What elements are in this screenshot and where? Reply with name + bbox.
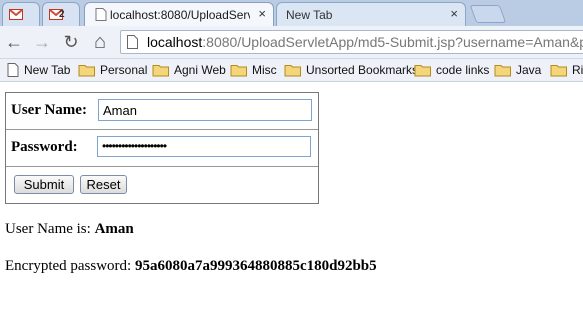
browser-toolbar: ← → ↻ ⌂ localhost:8080/UploadServletApp/… (0, 26, 583, 59)
tab-title: localhost:8080/UploadServle (110, 8, 250, 22)
tab-active-page[interactable]: localhost:8080/UploadServle × (84, 2, 274, 26)
tab-gmail[interactable] (2, 2, 40, 26)
username-result-value: Aman (94, 221, 134, 237)
username-label: User Name: (11, 102, 87, 118)
folder-icon (78, 65, 95, 77)
address-bar[interactable]: localhost:8080/UploadServletApp/md5-Subm… (120, 30, 583, 54)
bookmark-label: Unsorted Bookmarks (306, 63, 419, 77)
password-row: Password: •••••••••••••••••••• (6, 130, 318, 167)
page-icon (127, 35, 138, 49)
page-content: User Name: Aman Password: ••••••••••••••… (0, 82, 583, 329)
folder-icon (284, 65, 301, 77)
bookmark-label: Personal (100, 63, 148, 77)
gmail-icon (9, 9, 23, 20)
password-label: Password: (11, 139, 78, 155)
password-hash-value: 95a6080a7a999364880885c180d92bb5 (134, 258, 377, 274)
close-icon[interactable]: × (258, 6, 266, 22)
password-mask: •••••••••••••••••••• (102, 139, 167, 153)
buttons-row: Submit Reset (6, 167, 318, 204)
username-input[interactable]: Aman (98, 99, 312, 121)
bookmark-label: Ri (572, 63, 583, 77)
tab-strip: 2 localhost:8080/UploadServle × New Tab … (0, 0, 583, 26)
close-icon[interactable]: × (450, 6, 458, 22)
submit-button[interactable]: Submit (14, 175, 74, 194)
unread-badge: 2 (59, 9, 65, 20)
folder-icon (494, 65, 511, 77)
password-result: Encrypted password: 95a6080a7a9993648808… (5, 258, 377, 275)
bookmark-label: Java (516, 63, 542, 77)
username-result: User Name is: Aman (5, 221, 134, 238)
username-result-label: User Name is: (5, 221, 91, 237)
new-tab-button[interactable] (469, 5, 507, 23)
bookmark-label: New Tab (24, 63, 71, 77)
tab-gmail-2[interactable]: 2 (42, 2, 80, 26)
folder-icon (152, 65, 169, 77)
bookmarks-bar: New Tab Personal Agni Web Misc Unsorted … (0, 59, 583, 82)
password-result-label: Encrypted password: (5, 258, 132, 274)
username-row: User Name: Aman (6, 93, 318, 130)
home-icon[interactable]: ⌂ (90, 32, 110, 52)
forward-icon[interactable]: → (32, 32, 52, 52)
bookmark-label: code links (436, 63, 490, 77)
tab-new-tab[interactable]: New Tab × (276, 2, 466, 26)
bookmark-label: Agni Web (174, 63, 226, 77)
folder-icon (550, 65, 567, 77)
url-path: :8080/UploadServletApp/md5-Submit.jsp?us… (202, 34, 583, 50)
page-icon (95, 8, 107, 21)
reload-icon[interactable]: ↻ (61, 32, 81, 52)
page-icon (7, 63, 19, 77)
folder-icon (230, 65, 247, 77)
reset-button[interactable]: Reset (80, 175, 127, 194)
login-form: User Name: Aman Password: ••••••••••••••… (5, 92, 319, 204)
url-host: localhost (147, 34, 203, 50)
bookmark-label: Misc (252, 63, 277, 77)
back-icon[interactable]: ← (4, 32, 24, 52)
tab-title: New Tab (286, 8, 333, 22)
url-text: localhost:8080/UploadServletApp/md5-Subm… (147, 34, 583, 50)
password-input[interactable]: •••••••••••••••••••• (97, 136, 311, 157)
folder-icon (414, 65, 431, 77)
